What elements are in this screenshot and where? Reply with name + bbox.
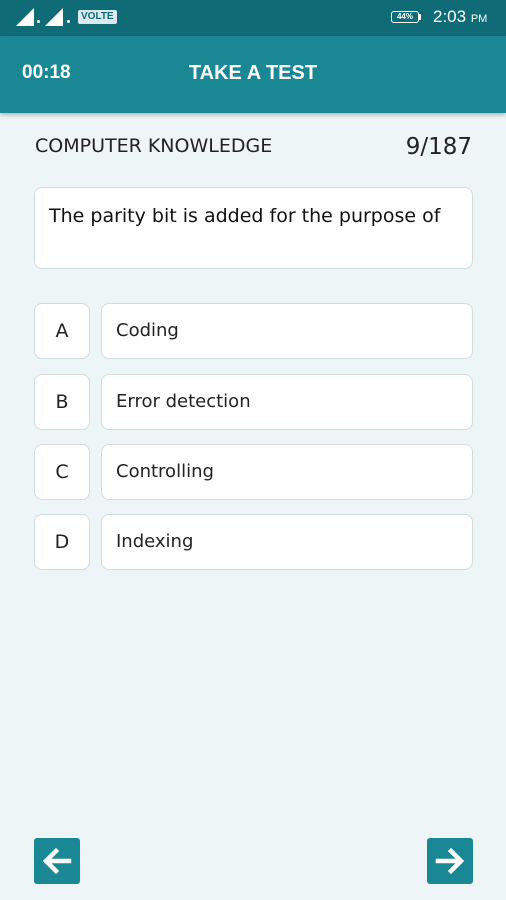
question-box: The parity bit is added for the purpose … [34,187,473,269]
option-letter-a[interactable]: A [34,303,90,359]
previous-button[interactable] [34,838,80,884]
battery-tip [419,14,421,20]
status-clock: 2:03 PM [433,7,487,27]
clock-time: 2:03 [433,7,467,26]
app-bar: TAKE A TEST 00:18 [0,36,506,113]
signal-icon-2 [45,8,63,26]
signal-dot [37,20,40,23]
battery-icon: 44% [391,11,419,23]
option-letter-d[interactable]: D [34,514,90,570]
subject-label: COMPUTER KNOWLEDGE [35,135,273,157]
arrow-left-icon [42,847,72,875]
clock-ampm: PM [470,13,488,25]
option-letter-b[interactable]: B [34,374,90,430]
option-letter-c[interactable]: C [34,444,90,500]
question-counter: 9/187 [405,134,472,160]
volte-badge: VOLTE [78,10,117,24]
battery-percent: 44% [396,12,413,21]
signal-icon [16,8,34,26]
page-title: TAKE A TEST [188,62,318,84]
option-text-a[interactable]: Coding [101,303,473,359]
arrow-right-icon [435,847,465,875]
option-text-c[interactable]: Controlling [101,444,473,500]
question-text: The parity bit is added for the purpose … [49,205,441,227]
next-button[interactable] [427,838,473,884]
option-text-b[interactable]: Error detection [101,374,473,430]
option-text-d[interactable]: Indexing [101,514,473,570]
status-bar: VOLTE 44% 2:03 PM [0,0,506,36]
quiz-timer: 00:18 [22,62,71,83]
signal-dot-2 [67,20,70,23]
